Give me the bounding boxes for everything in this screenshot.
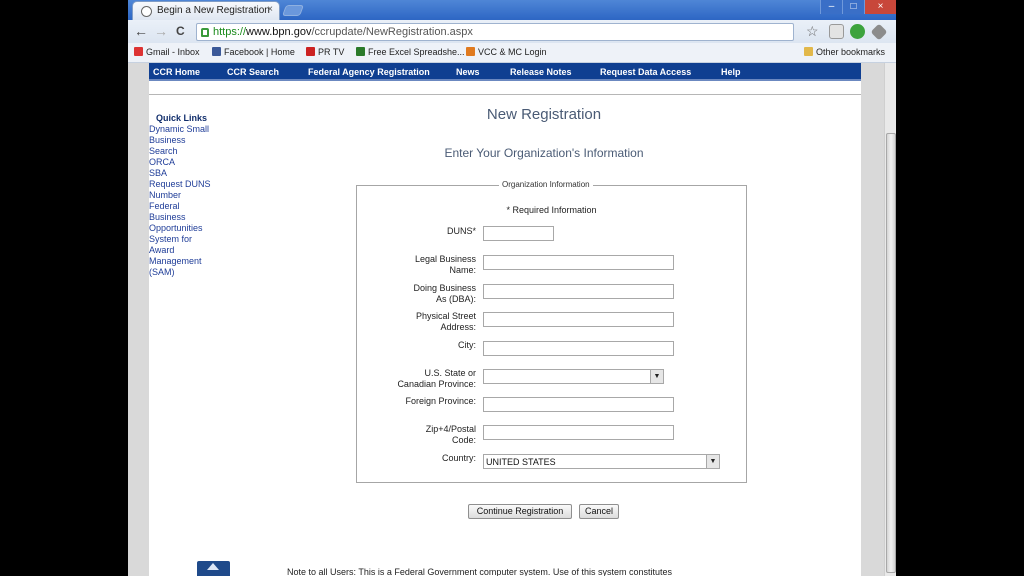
check-shield-icon[interactable] [850,24,865,39]
address-bar[interactable]: https://www.bpn.gov/ccrupdate/NewRegistr… [196,23,794,41]
tab-bar: Begin a New Registration × – □ × [128,0,896,20]
web-page: CCR Home CCR Search Federal Agency Regis… [149,63,861,576]
quick-link-sba[interactable]: SBA [149,168,219,179]
nav-help[interactable]: Help [721,67,741,77]
vcc-icon [466,47,475,56]
quick-link-dsbs[interactable]: Dynamic Small [149,124,219,135]
footer-note: Note to all Users: This is a Federal Gov… [287,567,672,576]
nav-release-notes[interactable]: Release Notes [510,67,572,77]
form-legend: Organization Information [499,180,593,189]
state-select[interactable]: ▼ [483,369,664,384]
quick-link-sam[interactable]: Management [149,256,219,267]
quick-link-orca[interactable]: ORCA [149,157,219,168]
street-label: Physical Street Address: [415,311,476,332]
tab-close-icon[interactable]: × [267,4,273,15]
bookmark-excel[interactable]: Free Excel Spreadshe... [356,47,465,57]
country-label: Country: [441,453,476,463]
quick-links: Quick Links Dynamic Small Business Searc… [149,113,219,278]
lock-icon [201,28,209,37]
page-title: New Registration [486,106,602,123]
spreadsheet-icon [356,47,365,56]
quick-link-sam[interactable]: System for [149,234,219,245]
foreign-province-input[interactable] [483,397,674,412]
quick-link-sam[interactable]: (SAM) [149,267,219,278]
facebook-icon [212,47,221,56]
dba-input[interactable] [483,284,674,299]
folder-icon [804,47,813,56]
bookmark-gmail[interactable]: Gmail - Inbox [134,47,200,57]
window-controls: – □ × [820,0,896,14]
legal-name-input[interactable] [483,255,674,270]
nav-request-data-access[interactable]: Request Data Access [600,67,691,77]
wrench-icon[interactable] [870,23,888,41]
tv-icon [306,47,315,56]
foreign-province-label: Foreign Province: [405,396,476,406]
reload-icon[interactable]: C [176,24,185,38]
vertical-scrollbar[interactable] [884,63,896,576]
cancel-button[interactable]: Cancel [579,504,619,519]
nav-federal-agency-registration[interactable]: Federal Agency Registration [308,67,430,77]
page-viewport: CCR Home CCR Search Federal Agency Regis… [128,63,896,576]
close-window-icon[interactable]: × [864,0,896,14]
browser-window: Begin a New Registration × – □ × ← → C h… [128,0,896,576]
scrollbar-thumb[interactable] [886,133,896,573]
quick-link-fbo[interactable]: Opportunities [149,223,219,234]
nav-ccr-home[interactable]: CCR Home [153,67,200,77]
seal-logo [197,561,230,576]
quick-link-sam[interactable]: Award [149,245,219,256]
quick-link-dsbs[interactable]: Search [149,146,219,157]
city-input[interactable] [483,341,674,356]
divider [149,94,861,95]
minimize-icon[interactable]: – [820,0,842,14]
quick-link-fbo[interactable]: Business [149,212,219,223]
quick-link-request-duns[interactable]: Number [149,190,219,201]
required-note: * Required Information [506,205,597,215]
globe-icon [141,6,152,17]
bookmark-prtv[interactable]: PR TV [306,47,344,57]
site-nav: CCR Home CCR Search Federal Agency Regis… [149,63,861,81]
zip-input[interactable] [483,425,674,440]
browser-tab[interactable]: Begin a New Registration × [132,1,280,20]
url-path: /ccrupdate/NewRegistration.aspx [311,26,473,38]
dba-label: Doing Business As (DBA): [413,283,476,304]
duns-input[interactable] [483,226,554,241]
forward-icon[interactable]: → [154,24,168,38]
bookmarks-bar: Gmail - Inbox Facebook | Home PR TV Free… [128,43,896,63]
legal-name-label: Legal Business Name: [414,254,476,275]
quick-links-title: Quick Links [156,113,208,123]
dropdown-arrow-icon[interactable]: ▼ [650,370,663,383]
gmail-icon [134,47,143,56]
nav-ccr-search[interactable]: CCR Search [227,67,279,77]
duns-label: DUNS* [446,226,476,236]
street-input[interactable] [483,312,674,327]
url-scheme: https:// [213,26,247,38]
maximize-icon[interactable]: □ [842,0,864,14]
organization-form: Organization Information * Required Info… [356,180,747,483]
nav-news[interactable]: News [456,67,480,77]
tab-title: Begin a New Registration [157,5,270,16]
bookmark-star-icon[interactable]: ☆ [806,23,819,40]
country-select[interactable]: UNITED STATES ▼ [483,454,720,469]
quick-link-fbo[interactable]: Federal [149,201,219,212]
city-label: City: [458,340,476,350]
extension-icon[interactable] [829,24,844,39]
bookmark-other[interactable]: Other bookmarks [804,47,885,57]
browser-toolbar: ← → C https://www.bpn.gov/ccrupdate/NewR… [128,20,896,43]
back-icon[interactable]: ← [134,24,148,38]
quick-link-request-duns[interactable]: Request DUNS [149,179,219,190]
quick-link-dsbs[interactable]: Business [149,135,219,146]
zip-label: Zip+4/Postal Code: [425,424,476,445]
bookmark-facebook[interactable]: Facebook | Home [212,47,295,57]
state-label: U.S. State or Canadian Province: [397,368,476,389]
new-tab-button[interactable] [281,5,305,16]
bookmark-vcc[interactable]: VCC & MC Login [466,47,547,57]
url-host: www.bpn.gov [246,26,312,38]
page-subtitle: Enter Your Organization's Information [444,146,644,160]
continue-registration-button[interactable]: Continue Registration [468,504,572,519]
country-value: UNITED STATES [486,457,556,467]
dropdown-arrow-icon[interactable]: ▼ [706,455,719,468]
